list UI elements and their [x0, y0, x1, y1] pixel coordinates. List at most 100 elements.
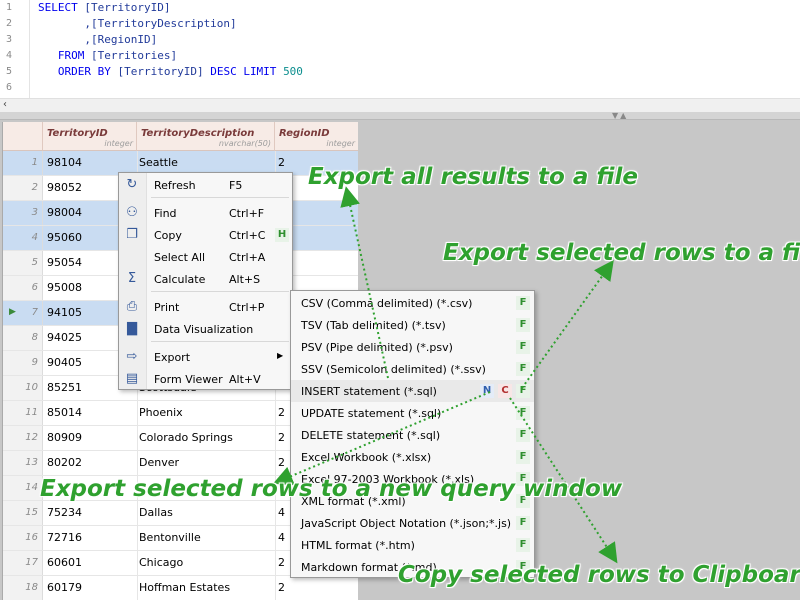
hint-badge-f[interactable]: F [516, 296, 530, 310]
row-number[interactable]: 1 [3, 151, 43, 175]
column-header-region-id[interactable]: RegionID integer [275, 122, 358, 151]
menu-item-refresh[interactable]: ↻ Refresh F5 [119, 174, 292, 196]
export-item-6[interactable]: DELETE statement (*.sql) F [291, 424, 534, 446]
cell-territory-id[interactable]: 95008 [47, 276, 82, 300]
cell-territory-id[interactable]: 98104 [47, 151, 82, 175]
column-header-territory-id[interactable]: TerritoryID integer [43, 122, 137, 151]
cell-territory-id[interactable]: 72716 [47, 526, 82, 550]
cell-territory-description[interactable]: Chicago [139, 551, 183, 575]
splitter-grip-icon[interactable]: ▼▲ [612, 111, 628, 120]
row-number[interactable]: 16 [3, 526, 43, 550]
row-number[interactable]: 5 [3, 251, 43, 275]
menu-item-export[interactable]: ⇨ Export ▶ [119, 346, 292, 368]
export-item-3[interactable]: SSV (Semicolon delimited) (*.ssv) F [291, 358, 534, 380]
cell-territory-id[interactable]: 98052 [47, 176, 82, 200]
cell-territory-description[interactable]: Bentonville [139, 526, 201, 550]
editor-horizontal-scrollbar[interactable]: ‹ [0, 98, 800, 112]
row-number[interactable]: 15 [3, 501, 43, 525]
scroll-left-arrow-icon[interactable]: ‹ [3, 99, 7, 110]
cell-territory-id[interactable]: 94025 [47, 326, 82, 350]
hint-badge-f[interactable]: F [516, 318, 530, 332]
row-number[interactable]: 13 [3, 451, 43, 475]
row-number[interactable]: 14 [3, 476, 43, 500]
cell-region-id[interactable]: 4 [278, 526, 285, 550]
hint-badge-f[interactable]: F [516, 384, 530, 398]
pane-splitter[interactable]: ▼▲ [0, 111, 800, 120]
cell-region-id[interactable]: 2 [278, 576, 285, 600]
cell-territory-description[interactable]: Denver [139, 451, 179, 475]
annotation-copy-clipboard: Copy selected rows to Clipboard [398, 562, 800, 588]
export-item-5[interactable]: UPDATE statement (*.sql) F [291, 402, 534, 424]
menu-item-find[interactable]: ⚇ Find Ctrl+F [119, 202, 292, 224]
export-item-11[interactable]: HTML format (*.htm) F [291, 534, 534, 556]
row-number[interactable]: 17 [3, 551, 43, 575]
row-number[interactable]: 6 [3, 276, 43, 300]
hint-badge-f[interactable]: F [516, 450, 530, 464]
row-number[interactable]: 9 [3, 351, 43, 375]
cell-territory-id[interactable]: 75234 [47, 501, 82, 525]
sql-identifier: [TerritoryID] [110, 65, 211, 78]
code-line[interactable]: ORDER BY [TerritoryID] DESC LIMIT 500 [38, 65, 303, 78]
cell-territory-id[interactable]: 80202 [47, 451, 82, 475]
export-submenu[interactable]: CSV (Comma delimited) (*.csv) F TSV (Tab d… [290, 290, 535, 578]
sql-editor[interactable]: 1 2 3 4 5 6 SELECT [TerritoryID] ,[TerritoryD… [0, 0, 800, 98]
cell-territory-description[interactable]: Colorado Springs [139, 426, 233, 450]
hint-badge-f[interactable]: F [516, 406, 530, 420]
menu-item-label: Calculate [154, 273, 206, 286]
sql-keyword: ORDER BY [38, 65, 111, 78]
cell-territory-description[interactable]: Dallas [139, 501, 173, 525]
hint-badge-f[interactable]: F [516, 428, 530, 442]
code-line[interactable]: ,[RegionID] [38, 33, 157, 46]
cell-region-id[interactable]: 2 [278, 401, 285, 425]
cell-region-id[interactable]: 2 [278, 451, 285, 475]
export-item-0[interactable]: CSV (Comma delimited) (*.csv) F [291, 292, 534, 314]
cell-territory-description[interactable]: Phoenix [139, 401, 183, 425]
annotation-export-all: Export all results to a file [308, 164, 638, 190]
menu-item-data-visualization[interactable]: ▇ Data Visualization [119, 318, 292, 340]
export-item-4[interactable]: INSERT statement (*.sql) N C F [291, 380, 534, 402]
hint-badge-f[interactable]: F [516, 516, 530, 530]
row-number[interactable]: 11 [3, 401, 43, 425]
menu-item-form-viewer[interactable]: ▤ Form Viewer Alt+V [119, 368, 292, 390]
hint-badge-f[interactable]: F [516, 340, 530, 354]
cell-territory-id[interactable]: 60601 [47, 551, 82, 575]
hint-badge-c[interactable]: C [498, 384, 512, 398]
menu-item-print[interactable]: ⎙ Print Ctrl+P [119, 296, 292, 318]
export-item-7[interactable]: Excel Workbook (*.xlsx) F [291, 446, 534, 468]
cell-territory-id[interactable]: 95060 [47, 226, 82, 250]
row-number[interactable]: 8 [3, 326, 43, 350]
cell-territory-id[interactable]: 94105 [47, 301, 82, 325]
cell-region-id[interactable]: 2 [278, 551, 285, 575]
row-number[interactable]: 4 [3, 226, 43, 250]
export-item-2[interactable]: PSV (Pipe delimited) (*.psv) F [291, 336, 534, 358]
column-header-territory-description[interactable]: TerritoryDescription nvarchar(50) [137, 122, 275, 151]
cell-territory-description[interactable]: Hoffman Estates [139, 576, 230, 600]
row-number[interactable]: 12 [3, 426, 43, 450]
code-line[interactable]: SELECT [TerritoryID] [38, 1, 170, 14]
row-number[interactable]: 18 [3, 576, 43, 600]
export-item-1[interactable]: TSV (Tab delimited) (*.tsv) F [291, 314, 534, 336]
code-line[interactable]: ,[TerritoryDescription] [38, 17, 236, 30]
cell-region-id[interactable]: 2 [278, 426, 285, 450]
code-line[interactable]: FROM [Territories] [38, 49, 177, 62]
export-item-10[interactable]: JavaScript Object Notation (*.json;*.js)… [291, 512, 534, 534]
row-number[interactable]: 10 [3, 376, 43, 400]
menu-item-copy[interactable]: ❐ Copy Ctrl+C H [119, 224, 292, 246]
cell-territory-id[interactable]: 80909 [47, 426, 82, 450]
row-number[interactable]: 2 [3, 176, 43, 200]
menu-item-calculate[interactable]: Σ Calculate Alt+S [119, 268, 292, 290]
cell-territory-id[interactable]: 85251 [47, 376, 82, 400]
menu-item-select-all[interactable]: Select All Ctrl+A [119, 246, 292, 268]
row-number[interactable]: 3 [3, 201, 43, 225]
cell-territory-id[interactable]: 95054 [47, 251, 82, 275]
cell-region-id[interactable]: 4 [278, 501, 285, 525]
cell-territory-id[interactable]: 60179 [47, 576, 82, 600]
cell-territory-id[interactable]: 85014 [47, 401, 82, 425]
cell-territory-id[interactable]: 90405 [47, 351, 82, 375]
hint-badge-f[interactable]: F [516, 362, 530, 376]
hint-badge-n[interactable]: N [480, 384, 494, 398]
table-row[interactable]: 18 60179 Hoffman Estates 2 [3, 576, 358, 600]
hint-badge-f[interactable]: F [516, 538, 530, 552]
cell-territory-id[interactable]: 98004 [47, 201, 82, 225]
context-menu[interactable]: ↻ Refresh F5 ⚇ Find Ctrl+F ❐ Copy Ctrl+C H Select … [118, 172, 293, 390]
